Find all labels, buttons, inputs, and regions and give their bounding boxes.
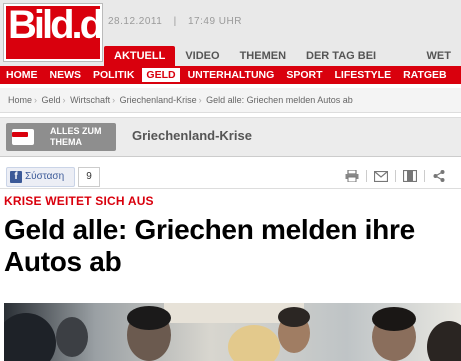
all-about-topic-button[interactable]: ALLES ZUM THEMA (6, 123, 116, 151)
breadcrumb-home[interactable]: Home (8, 95, 32, 105)
facebook-recommend-button[interactable]: f Σύσταση (6, 167, 75, 187)
tab-aktuell[interactable]: AKTUELL (104, 46, 176, 66)
print-icon[interactable] (342, 170, 362, 182)
main-nav: HOME NEWS POLITIK GELD UNTERHALTUNG SPOR… (0, 66, 461, 84)
tab-wetter[interactable]: WET (417, 46, 461, 66)
nav-news[interactable]: NEWS (44, 66, 88, 84)
tab-video[interactable]: VIDEO (175, 46, 229, 66)
facebook-count: 9 (78, 167, 100, 187)
nav-ratgeber[interactable]: RATGEB (397, 66, 453, 84)
chevron-right-icon: › (112, 95, 116, 105)
share-icon[interactable] (429, 170, 449, 182)
article-tools (342, 170, 449, 182)
breadcrumb-griechenland-krise[interactable]: Griechenland-Krise (120, 95, 197, 105)
divider (366, 170, 367, 182)
breadcrumb-geld[interactable]: Geld (42, 95, 61, 105)
chevron-right-icon: › (34, 95, 38, 105)
theme-title[interactable]: Griechenland-Krise (132, 128, 252, 143)
chevron-right-icon: › (198, 95, 202, 105)
tab-themen[interactable]: THEMEN (230, 46, 296, 66)
article-photo[interactable] (4, 303, 461, 361)
nav-lifestyle[interactable]: LIFESTYLE (328, 66, 397, 84)
top-tabs: AKTUELL VIDEO THEMEN DER TAG BEI BILD.DE… (104, 46, 461, 82)
folder-tab-icon (12, 132, 28, 137)
divider (395, 170, 396, 182)
tab-der-tag[interactable]: DER TAG BEI BILD.DE (296, 46, 417, 82)
divider (424, 170, 425, 182)
nav-unterhaltung[interactable]: UNTERHALTUNG (182, 66, 281, 84)
nav-sport[interactable]: SPORT (280, 66, 328, 84)
breadcrumb-wirtschaft[interactable]: Wirtschaft (70, 95, 110, 105)
email-icon[interactable] (371, 170, 391, 182)
social-toolbar: f Σύσταση 9 (0, 164, 461, 189)
theme-bar: ALLES ZUM THEMA Griechenland-Krise (0, 117, 461, 157)
current-date: 28.12.2011 (108, 16, 163, 27)
date-time-bar: 28.12.2011 | 17:49 UHR (108, 16, 250, 27)
nav-home[interactable]: HOME (0, 66, 44, 84)
article-kicker: KRISE WEITET SICH AUS (4, 194, 154, 208)
current-time: 17:49 UHR (187, 16, 242, 27)
photo-image (4, 303, 461, 361)
chevron-right-icon: › (62, 95, 66, 105)
site-header: Bild.de 28.12.2011 | 17:49 UHR AKTUELL V… (0, 0, 461, 82)
bookmark-icon[interactable] (400, 170, 420, 182)
date-separator: | (173, 16, 177, 27)
bild-logo[interactable]: Bild.de (4, 4, 102, 61)
article-headline: Geld alle: Griechen melden ihre Autos ab (4, 214, 415, 277)
nav-politik[interactable]: POLITIK (87, 66, 140, 84)
breadcrumb: Home › Geld › Wirtschaft › Griechenland-Kri… (0, 88, 461, 113)
facebook-icon: f (10, 171, 22, 183)
nav-geld[interactable]: GELD (142, 68, 180, 82)
breadcrumb-current: Geld alle: Griechen melden Autos ab (206, 95, 353, 105)
